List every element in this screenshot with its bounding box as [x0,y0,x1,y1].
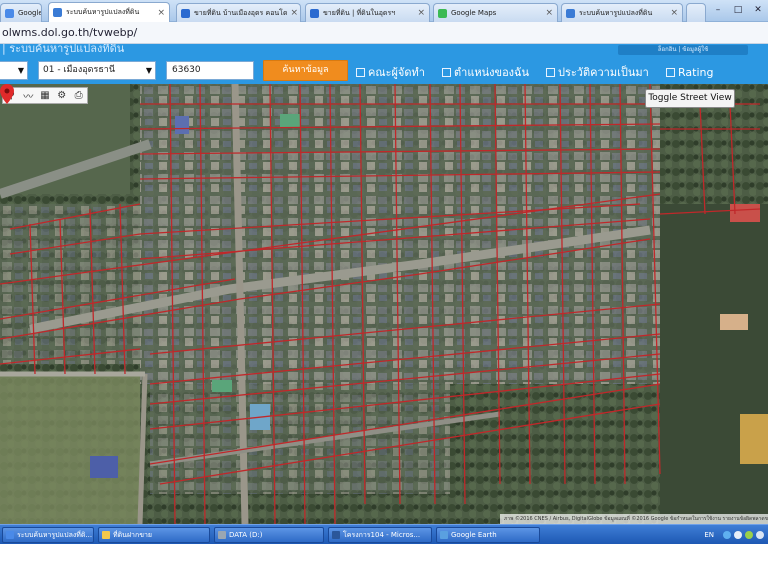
area-icon[interactable]: ▦ [37,90,54,101]
system-tray: EN [688,525,768,545]
close-icon[interactable]: × [667,8,678,18]
site-title: | ระบบค้นหารูปแปลงที่ดิน [2,44,125,55]
checkbox-icon [546,67,555,77]
province-select[interactable]: ▼ [0,61,28,80]
tab-land-sale-1[interactable]: ขายที่ดิน บ้านเมืองอุดร คอนโด × [176,3,301,22]
print-icon[interactable]: ⎙ [70,90,87,101]
taskbar-item-drive[interactable]: DATA (D:) [214,527,324,543]
district-value: 01 - เมืองอุดรธานี [43,65,116,75]
search-button[interactable]: ค้นหาข้อมูล [263,60,348,81]
satellite-map[interactable]: ⚲ 〰 ▦ ⚙ ⎙ Toggle Street View ภาพ ©2016 C… [0,84,768,524]
taskbar-item-label: Google Earth [451,531,497,539]
chrome-icon [6,531,14,539]
tab-google[interactable]: Google S × [0,3,42,22]
satellite-imagery [0,84,768,524]
google-earth-icon [440,531,448,539]
checkbox-label: Rating [678,65,714,79]
minimize-button[interactable]: – [708,3,728,17]
taskbar-item-chrome[interactable]: ระบบค้นหารูปแปลงที่ดิ... [2,527,94,543]
screen: Google S × ระบบค้นหารูปแปลงที่ดิน × ขายท… [0,0,768,576]
checkbox-label: ประวัติความเป็นมา [558,66,649,79]
taskbar-item-folder[interactable]: ที่ดินฝากขาย [98,527,210,543]
tab-label: ขายที่ดิน | ที่ดินในอุดรฯ [323,8,396,17]
dol-favicon-icon [53,8,62,17]
polyline-icon[interactable]: 〰 [20,88,37,103]
user-login-link[interactable]: ล็อกอิน | ข้อมูลผู้ใช้ [618,45,748,55]
taskbar-item-label: ที่ดินฝากขาย [113,531,153,539]
close-icon[interactable]: × [288,8,299,18]
gear-icon[interactable]: ⚙ [53,90,70,101]
browser-tab-strip: Google S × ระบบค้นหารูปแปลงที่ดิน × ขายท… [0,0,768,22]
checkbox-icon [442,67,451,77]
map-drawing-tools: ⚲ 〰 ▦ ⚙ ⎙ [2,87,88,104]
taskbar-item-word[interactable]: โครงการ104 - Micros... [328,527,432,543]
site-header: | ระบบค้นหารูปแปลงที่ดิน ล็อกอิน | ข้อมู… [0,44,768,56]
close-icon[interactable]: × [542,8,553,18]
close-icon[interactable]: × [414,8,425,18]
tab-label: Google Maps [451,9,497,17]
tab-label: ระบบค้นหารูปแปลงที่ดิน [66,8,140,16]
checkbox-label: คณะผู้จัดทำ [368,66,425,79]
taskbar-item-google-earth[interactable]: Google Earth [436,527,540,543]
checkbox-my-location[interactable]: ตำแหน่งของฉัน [442,65,529,79]
new-tab-button[interactable] [686,3,706,22]
address-bar[interactable]: olwms.dol.go.th/tvwebp/ [0,22,768,44]
tab-land-sale-2[interactable]: ขายที่ดิน | ที่ดินในอุดรฯ × [305,3,430,22]
google-favicon-icon [5,8,14,18]
district-select[interactable]: 01 - เมืองอุดรธานี ▼ [38,61,156,80]
word-icon [332,531,340,539]
parcel-number-input[interactable]: 63630 [166,61,254,80]
tab-google-maps[interactable]: Google Maps × [433,3,558,22]
caret-down-icon: ▼ [145,66,152,75]
taskbar-item-label: โครงการ104 - Micros... [343,531,421,539]
drive-icon [218,531,226,539]
blank-area [0,544,768,576]
search-toolbar: ▼ 01 - เมืองอุดรธานี ▼ 63630 ค้นหาข้อมูล… [0,56,768,84]
checkbox-team[interactable]: คณะผู้จัดทำ [356,65,425,79]
tab-parcel-search-2[interactable]: ระบบค้นหารูปแปลงที่ดิน × [561,3,683,22]
battery-icon[interactable] [756,531,764,539]
checkbox-history[interactable]: ประวัติความเป็นมา [546,65,649,79]
taskbar-item-label: DATA (D:) [229,531,263,539]
network-icon[interactable] [734,531,742,539]
tab-label: ขายที่ดิน บ้านเมืองอุดร คอนโด [194,8,288,17]
checkbox-label: ตำแหน่งของฉัน [454,66,530,79]
volume-icon[interactable] [745,531,753,539]
dol-favicon-icon [566,8,575,18]
checkbox-icon [356,67,365,77]
url-text: olwms.dol.go.th/tvwebp/ [2,26,138,39]
map-attribution: ภาพ ©2016 CNES / Airbus, DigitalGlobe ข้… [500,514,768,524]
close-window-button[interactable]: ✕ [748,3,768,17]
maximize-button[interactable]: □ [728,3,748,17]
location-marker-icon[interactable] [0,84,14,104]
close-icon[interactable]: × [154,8,165,18]
tab-label: ระบบค้นหารูปแปลงที่ดิน [579,8,653,17]
tab-parcel-search[interactable]: ระบบค้นหารูปแปลงที่ดิน × [48,2,170,22]
caret-down-icon: ▼ [17,66,24,75]
checkbox-rating[interactable]: Rating [666,65,713,79]
maps-favicon-icon [438,8,447,18]
folder-icon [102,531,110,539]
house-favicon-icon [181,8,190,18]
taskbar-item-label: ระบบค้นหารูปแปลงที่ดิ... [17,531,93,539]
language-indicator[interactable]: EN [704,531,714,539]
help-icon[interactable] [723,531,731,539]
toggle-street-view-button[interactable]: Toggle Street View [645,89,735,108]
windows-taskbar: ระบบค้นหารูปแปลงที่ดิ... ที่ดินฝากขาย DA… [0,524,768,544]
checkbox-icon [666,67,675,77]
house-favicon-icon [310,8,319,18]
tab-label: Google S [18,9,42,17]
